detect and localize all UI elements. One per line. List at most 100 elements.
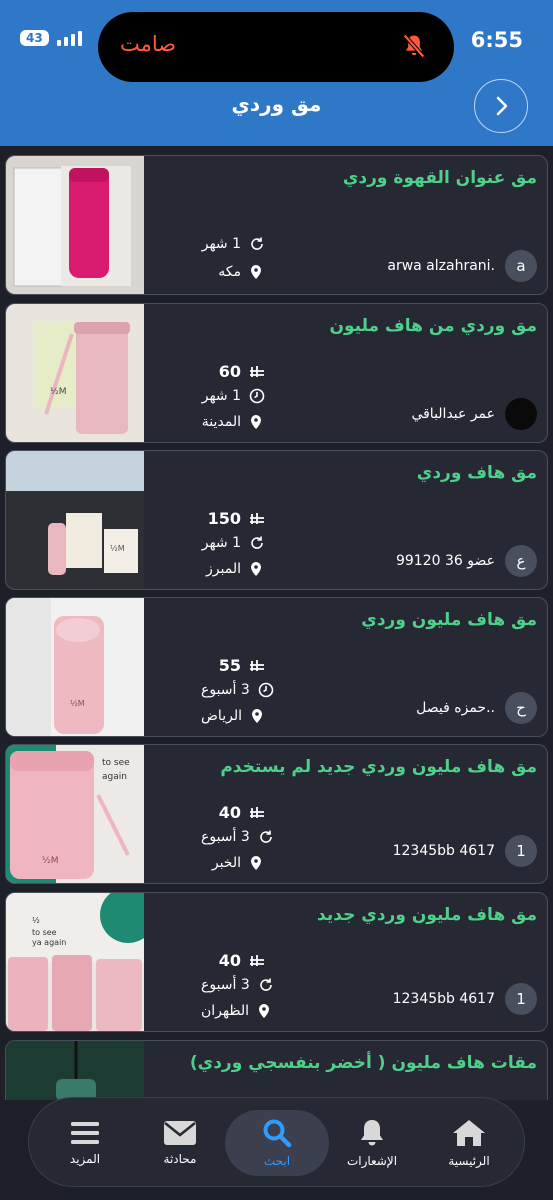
nav-chat-label: محادثة — [163, 1152, 197, 1166]
back-button[interactable] — [474, 79, 528, 133]
listing-city: مكه — [218, 264, 241, 280]
clock-icon — [258, 682, 274, 698]
listing-city-row: الظهران — [201, 1003, 271, 1019]
seller-name: 12345bb 4617 — [392, 991, 495, 1007]
listing-thumbnail: ½M — [6, 598, 144, 736]
listing-price: 40 — [218, 951, 241, 970]
seller-name: 12345bb 4617 — [392, 843, 495, 859]
svg-text:½: ½ — [32, 916, 40, 925]
nav-notifications[interactable]: الإشعارات — [322, 1098, 422, 1188]
listing-time-row: 3 أسبوع — [201, 682, 274, 698]
riyal-icon — [250, 806, 264, 818]
seller-info[interactable]: عضو 36 99120 ع — [396, 545, 537, 577]
listing-price: 60 — [218, 362, 241, 381]
listing-card[interactable]: to see again ½M مق هاف مليون وردي جديد ل… — [5, 744, 548, 884]
avatar: ح — [505, 692, 537, 724]
svg-text:½M: ½M — [110, 544, 125, 553]
listing-city-row: الرياض — [201, 708, 264, 724]
listing-thumbnail — [6, 1041, 144, 1100]
svg-text:to see: to see — [102, 758, 130, 768]
svg-text:to see: to see — [32, 928, 57, 937]
listing-city: المبرز — [206, 561, 241, 577]
svg-text:½M: ½M — [50, 387, 67, 397]
listing-time-row: 1 شهر — [201, 535, 265, 551]
listing-time: 1 شهر — [201, 388, 241, 404]
listing-time: 3 أسبوع — [201, 829, 250, 845]
seller-info[interactable]: حمزه فيصل.. ح — [416, 692, 537, 724]
listing-title: مق وردي من هاف مليون — [329, 316, 538, 336]
listing-price-row: 40 — [201, 803, 265, 822]
seller-info[interactable]: 12345bb 4617 1 — [393, 835, 537, 867]
listing-card[interactable]: ½M مق هاف مليون وردي 55 3 أسبوع الرياض ح… — [5, 597, 548, 737]
avatar — [505, 398, 537, 430]
nav-home[interactable]: الرئيسية — [419, 1098, 519, 1188]
riyal-icon — [250, 659, 264, 671]
listing-city-row: الخبر — [201, 855, 263, 871]
seller-info[interactable]: 12345bb 4617 1 — [393, 983, 537, 1015]
avatar: ع — [505, 545, 537, 577]
listing-thumbnail: ½M — [6, 451, 144, 589]
listing-price: 40 — [218, 803, 241, 822]
listing-price-row: 55 — [201, 656, 265, 675]
listing-time-row: 1 شهر — [201, 388, 265, 404]
status-time: 6:55 — [470, 28, 523, 52]
listing-city: المدينة — [201, 414, 241, 430]
listing-city: الخبر — [211, 855, 241, 871]
listing-city-row: المبرز — [201, 561, 263, 577]
listing-price-row: 40 — [201, 951, 265, 970]
listing-price: 55 — [218, 656, 241, 675]
listing-thumbnail: ½M — [6, 304, 144, 442]
svg-text:ya again: ya again — [32, 938, 66, 947]
mail-icon — [164, 1121, 196, 1145]
listing-price-row: 150 — [201, 509, 265, 528]
nav-more[interactable]: المزيد — [35, 1098, 135, 1188]
svg-text:½M: ½M — [42, 856, 59, 866]
nav-notifications-label: الإشعارات — [346, 1154, 398, 1168]
seller-info[interactable]: عمر عبدالباقي — [411, 398, 537, 430]
refresh-icon — [251, 237, 263, 250]
listing-card[interactable]: ½M مق هاف وردي 150 1 شهر المبرز عضو 36 9… — [5, 450, 548, 590]
chevron-right-icon — [496, 96, 508, 116]
location-pin-icon — [251, 265, 261, 279]
listing-title: مقات هاف مليون ( أخضر بنفسجي وردي) — [189, 1053, 537, 1073]
status-indicators: 43 — [20, 30, 82, 46]
search-icon — [263, 1119, 292, 1148]
svg-text:again: again — [102, 772, 127, 782]
listing-city-row: المدينة — [201, 414, 263, 430]
nav-search-label: ابحث — [263, 1154, 291, 1168]
listing-time-row: 3 أسبوع — [201, 829, 274, 845]
listing-price: 150 — [207, 509, 241, 528]
listing-title: مق هاف مليون وردي جديد لم يستخدم — [220, 757, 537, 777]
avatar: 1 — [505, 835, 537, 867]
page-title: مق وردي — [231, 92, 322, 116]
bell-icon — [361, 1120, 383, 1146]
listing-time: 3 أسبوع — [201, 977, 250, 993]
seller-info[interactable]: arwa alzahrani. a — [387, 250, 537, 282]
listing-title: مق هاف وردي — [416, 463, 537, 483]
avatar: 1 — [505, 983, 537, 1015]
avatar: a — [505, 250, 537, 282]
listing-card[interactable]: مق عنوان القهوة وردي 1 شهر مكه arwa alza… — [5, 155, 548, 295]
listing-card[interactable]: ½ to see ya again مق هاف مليون وردي جديد… — [5, 892, 548, 1032]
location-pin-icon — [251, 856, 261, 870]
listing-thumbnail: ½ to see ya again — [6, 893, 144, 1031]
menu-icon — [71, 1122, 99, 1144]
home-icon — [453, 1120, 485, 1146]
nav-chat[interactable]: محادثة — [130, 1098, 230, 1188]
riyal-icon — [250, 954, 264, 966]
nav-more-label: المزيد — [69, 1152, 101, 1166]
svg-text:½M: ½M — [70, 699, 85, 708]
seller-name: عمر عبدالباقي — [411, 406, 495, 422]
nav-search[interactable]: ابحث — [225, 1110, 329, 1176]
listing-card[interactable]: مقات هاف مليون ( أخضر بنفسجي وردي) — [5, 1040, 548, 1100]
silent-mode-label: صامت — [120, 32, 177, 56]
listing-thumbnail — [6, 156, 144, 294]
location-pin-icon — [251, 709, 262, 723]
listing-card[interactable]: ½M مق وردي من هاف مليون 60 1 شهر المدينة… — [5, 303, 548, 443]
listing-city: الرياض — [201, 708, 242, 724]
refresh-icon — [260, 830, 272, 843]
listing-time-row: 1 شهر — [201, 236, 265, 252]
listing-time: 1 شهر — [201, 535, 241, 551]
riyal-icon — [250, 512, 264, 524]
listing-time-row: 3 أسبوع — [201, 977, 274, 993]
